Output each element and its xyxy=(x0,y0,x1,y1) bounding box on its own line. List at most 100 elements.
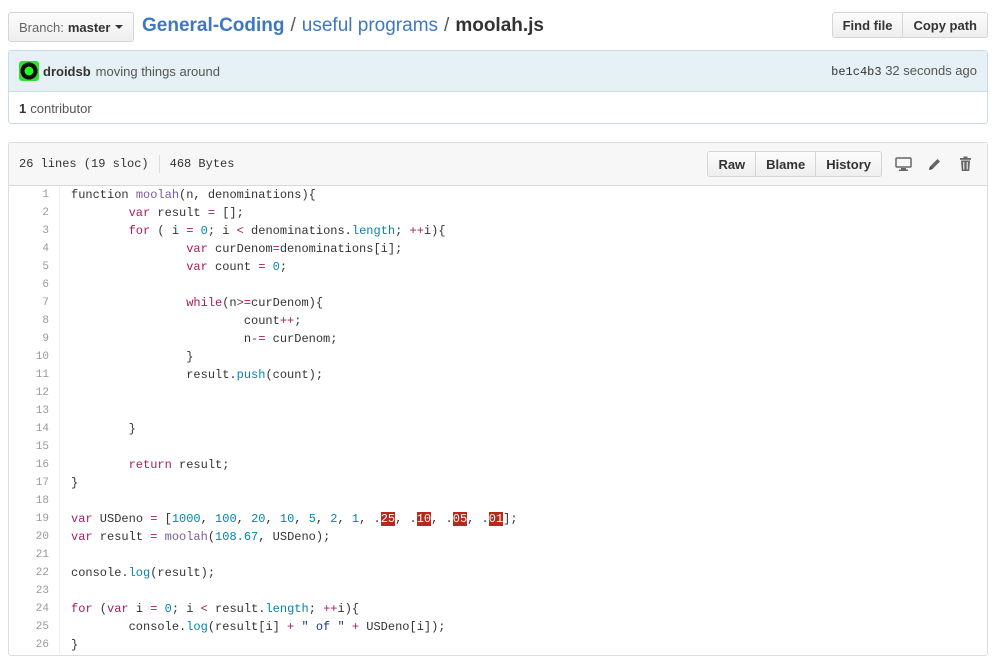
code-token: " of " xyxy=(301,620,345,634)
code-token: result; xyxy=(171,458,230,472)
code-token: 01 xyxy=(488,512,504,526)
line-number[interactable]: 14 xyxy=(9,420,60,438)
trash-icon[interactable] xyxy=(955,154,975,174)
blame-button[interactable]: Blame xyxy=(756,151,817,177)
code-token: result xyxy=(150,206,208,220)
commit-sha-link[interactable]: be1c4b3 xyxy=(831,65,881,79)
code-token: var xyxy=(186,242,208,256)
avatar[interactable] xyxy=(19,61,39,81)
code-line: 12 xyxy=(9,384,987,402)
code-token: (count); xyxy=(265,368,324,382)
branch-selector-button[interactable]: Branch: master xyxy=(8,12,135,42)
find-file-button[interactable]: Find file xyxy=(831,12,904,38)
line-number[interactable]: 15 xyxy=(9,438,60,456)
line-code xyxy=(60,438,71,456)
code-token: } xyxy=(71,422,136,436)
code-token: ; xyxy=(308,602,324,616)
line-number[interactable]: 9 xyxy=(9,330,60,348)
code-token: , . xyxy=(467,512,489,526)
commit-message-link[interactable]: moving things around xyxy=(96,64,220,79)
raw-button[interactable]: Raw xyxy=(707,151,757,177)
code-token: while xyxy=(186,296,223,310)
line-number[interactable]: 2 xyxy=(9,204,60,222)
line-number[interactable]: 10 xyxy=(9,348,60,366)
code-line: 8 count++; xyxy=(9,312,987,330)
code-token: ( xyxy=(92,602,108,616)
commit-author-link[interactable]: droidsb xyxy=(43,64,91,79)
pencil-icon[interactable] xyxy=(924,154,944,174)
code-token: , xyxy=(265,512,280,526)
line-code: console.log(result); xyxy=(60,564,215,582)
code-token: -= xyxy=(251,332,266,346)
code-token: for xyxy=(71,602,93,616)
line-code: } xyxy=(60,420,136,438)
contributors-summary[interactable]: 1 contributor xyxy=(9,92,987,124)
line-number[interactable]: 17 xyxy=(9,474,60,492)
line-number[interactable]: 25 xyxy=(9,618,60,636)
line-number[interactable]: 21 xyxy=(9,546,60,564)
line-number[interactable]: 5 xyxy=(9,258,60,276)
line-number[interactable]: 7 xyxy=(9,294,60,312)
code-line: 21 xyxy=(9,546,987,564)
code-line: 6 xyxy=(9,276,987,294)
code-line: 17} xyxy=(9,474,987,492)
line-number[interactable]: 22 xyxy=(9,564,60,582)
line-number[interactable]: 16 xyxy=(9,456,60,474)
code-token: 1000 xyxy=(171,512,201,526)
code-line: 24 for (var i = 0; i < result.length; ++i… xyxy=(9,600,987,618)
file-line-count: 26 lines (19 sloc) xyxy=(19,157,149,171)
line-number[interactable]: 13 xyxy=(9,402,60,420)
line-number[interactable]: 8 xyxy=(9,312,60,330)
history-button[interactable]: History xyxy=(816,151,882,177)
line-number[interactable]: 20 xyxy=(9,528,60,546)
desktop-icon[interactable] xyxy=(893,154,913,174)
line-code xyxy=(60,546,71,564)
line-code xyxy=(60,492,71,510)
code-token: , xyxy=(294,512,309,526)
code-line: 15 xyxy=(9,438,987,456)
line-number[interactable]: 26 xyxy=(9,636,60,654)
code-token: = xyxy=(207,206,216,220)
code-token: USDeno[i]); xyxy=(359,620,446,634)
code-token: 25 xyxy=(380,512,396,526)
code-line: 20 var result = moolah(108.67, USDeno); xyxy=(9,528,987,546)
code-line: 4 var curDenom=denominations[i]; xyxy=(9,240,987,258)
code-token: , . xyxy=(395,512,417,526)
line-number[interactable]: 18 xyxy=(9,492,60,510)
line-number[interactable]: 4 xyxy=(9,240,60,258)
line-code: console.log(result[i] + " of " + USDeno[… xyxy=(60,618,446,636)
code-line: 5 var count = 0; xyxy=(9,258,987,276)
line-code: while(n>=curDenom){ xyxy=(60,294,323,312)
code-token: push xyxy=(236,368,266,382)
line-number[interactable]: 24 xyxy=(9,600,60,618)
code-token: 20 xyxy=(251,512,266,526)
code-token: i xyxy=(128,602,151,616)
line-number[interactable]: 6 xyxy=(9,276,60,294)
code-token: 100 xyxy=(215,512,237,526)
code-token: log xyxy=(186,620,208,634)
line-number[interactable]: 3 xyxy=(9,222,60,240)
line-number[interactable]: 19 xyxy=(9,510,60,528)
code-token: curDenom; xyxy=(265,332,338,346)
commit-time: 32 seconds ago xyxy=(885,63,977,78)
code-token: (n xyxy=(222,296,237,310)
line-code: } xyxy=(60,636,78,654)
copy-path-button[interactable]: Copy path xyxy=(903,12,988,38)
line-number[interactable]: 1 xyxy=(9,186,60,204)
code-token: 108.67 xyxy=(215,530,259,544)
breadcrumb-file-name: moolah.js xyxy=(455,15,544,36)
code-token: ]; xyxy=(503,512,518,526)
code-token: 0 xyxy=(200,224,208,238)
line-code: } xyxy=(60,474,78,492)
line-code xyxy=(60,402,71,420)
breadcrumb-repo-link[interactable]: General-Coding xyxy=(142,15,285,36)
code-token: , USDeno); xyxy=(258,530,331,544)
line-number[interactable]: 11 xyxy=(9,366,60,384)
line-number[interactable]: 12 xyxy=(9,384,60,402)
line-number[interactable]: 23 xyxy=(9,582,60,600)
breadcrumb-folder-link[interactable]: useful programs xyxy=(302,15,438,36)
code-token: , . xyxy=(431,512,453,526)
